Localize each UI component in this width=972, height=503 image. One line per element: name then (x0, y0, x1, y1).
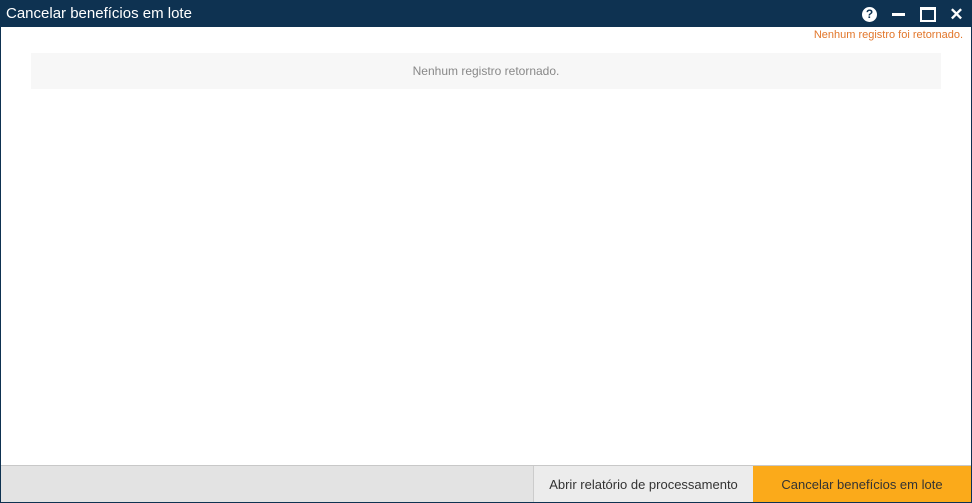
help-icon: ? (862, 6, 877, 22)
close-icon: ✕ (949, 4, 964, 24)
minimize-button[interactable] (884, 1, 913, 27)
maximize-icon (919, 6, 936, 22)
window-controls: ? ✕ (855, 1, 971, 27)
maximize-button[interactable] (913, 1, 942, 27)
dialog-window: Cancelar benefícios em lote ? ✕ Nenhum r… (0, 0, 972, 503)
title-bar[interactable]: Cancelar benefícios em lote ? ✕ (1, 1, 971, 27)
status-message: Nenhum registro foi retornado. (813, 29, 963, 41)
empty-results-text: Nenhum registro retornado. (412, 64, 560, 78)
close-button[interactable]: ✕ (942, 1, 971, 27)
cancel-benefits-button[interactable]: Cancelar benefícios em lote (753, 466, 971, 502)
open-report-button[interactable]: Abrir relatório de processamento (533, 466, 753, 502)
help-button[interactable]: ? (855, 1, 884, 27)
minimize-icon (892, 12, 905, 16)
window-title: Cancelar benefícios em lote (6, 5, 192, 22)
footer-bar: Abrir relatório de processamento Cancela… (1, 465, 971, 502)
results-empty-panel: Nenhum registro retornado. (31, 53, 941, 89)
